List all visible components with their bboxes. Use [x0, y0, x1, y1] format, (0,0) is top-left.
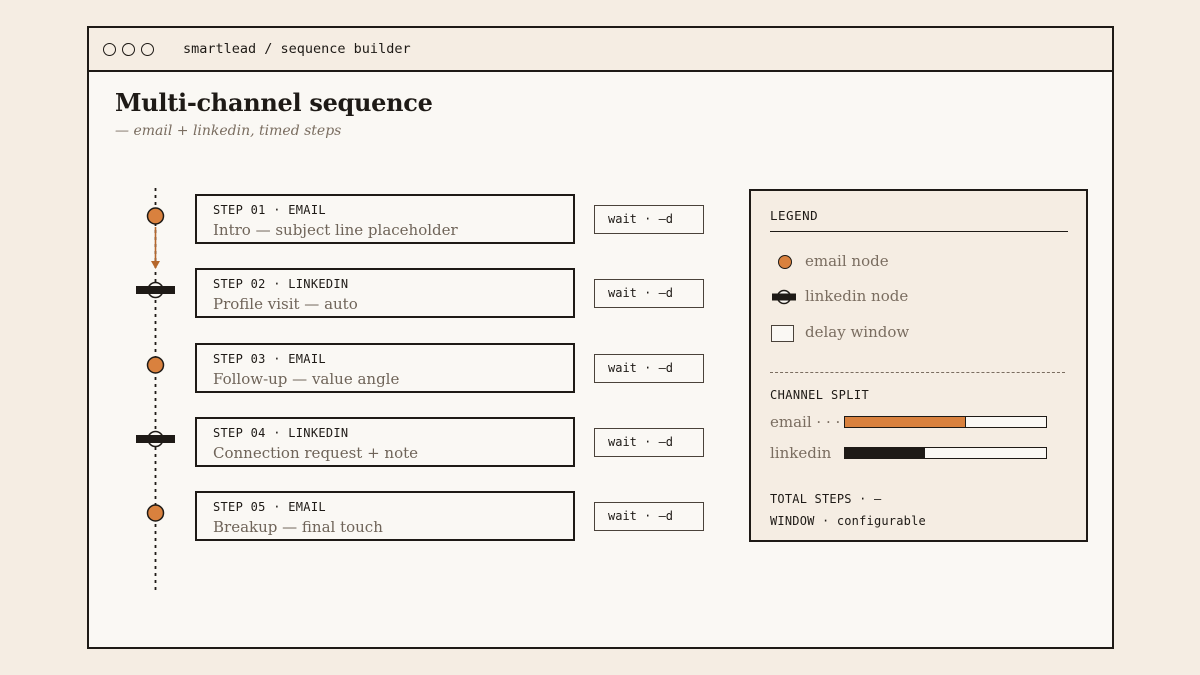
- channel-split-fill-email: [845, 417, 966, 427]
- channel-split-email: email · · ·: [770, 413, 1070, 435]
- app-window: smartlead / sequence builder Multi-chann…: [87, 26, 1114, 649]
- wait-window-field[interactable]: wait · —d: [594, 502, 704, 531]
- legend-item-delay-window: delay window: [770, 323, 1070, 343]
- wait-window-field[interactable]: wait · —d: [594, 205, 704, 234]
- wait-window-field[interactable]: wait · —d: [594, 428, 704, 457]
- close-window-icon[interactable]: [103, 43, 116, 56]
- legend-item-email-node: email node: [770, 252, 1070, 272]
- step-label: STEP 03 · EMAIL: [213, 352, 326, 366]
- linkedin-node-icon[interactable]: [136, 430, 175, 448]
- wait-window-field[interactable]: wait · —d: [594, 354, 704, 383]
- window-setting: WINDOW · configurable: [770, 514, 926, 528]
- channel-split-label: linkedin: [770, 444, 832, 462]
- wait-window-value: wait · —d: [608, 509, 674, 523]
- total-steps: TOTAL STEPS · —: [770, 492, 882, 506]
- email-node-icon[interactable]: [146, 207, 165, 225]
- step-description: Profile visit — auto: [213, 295, 358, 313]
- window-title: smartlead / sequence builder: [183, 41, 411, 57]
- legend-divider: [770, 231, 1068, 232]
- legend-item-label: delay window: [805, 323, 910, 341]
- step-label: STEP 04 · LINKEDIN: [213, 426, 349, 440]
- channel-split-track: [844, 447, 1047, 459]
- page-subtitle: — email + linkedin, timed steps: [115, 123, 342, 139]
- step-description: Follow-up — value angle: [213, 370, 400, 388]
- step-card[interactable]: STEP 05 · EMAIL Breakup — final touch: [195, 491, 575, 541]
- wait-window-value: wait · —d: [608, 435, 674, 449]
- step-label: STEP 01 · EMAIL: [213, 203, 326, 217]
- step-card[interactable]: STEP 04 · LINKEDIN Connection request + n…: [195, 417, 575, 467]
- legend-panel: LEGEND email node linkedin node delay wi…: [749, 189, 1088, 542]
- step-description: Intro — subject line placeholder: [213, 221, 458, 239]
- page-title: Multi-channel sequence: [115, 88, 433, 117]
- maximize-window-icon[interactable]: [141, 43, 154, 56]
- email-node-icon[interactable]: [146, 504, 165, 522]
- step-label: STEP 02 · LINKEDIN: [213, 277, 349, 291]
- step-card[interactable]: STEP 03 · EMAIL Follow-up — value angle: [195, 343, 575, 393]
- legend-item-label: linkedin node: [805, 287, 909, 305]
- step-description: Breakup — final touch: [213, 518, 383, 536]
- linkedin-node-icon[interactable]: [136, 281, 175, 299]
- timeline-flow-arrowhead: [151, 261, 160, 269]
- title-bar: smartlead / sequence builder: [89, 28, 1112, 72]
- wait-window-field[interactable]: wait · —d: [594, 279, 704, 308]
- wait-window-value: wait · —d: [608, 361, 674, 375]
- channel-split-linkedin: linkedin: [770, 444, 1070, 466]
- wait-window-value: wait · —d: [608, 286, 674, 300]
- wait-window-value: wait · —d: [608, 212, 674, 226]
- step-description: Connection request + note: [213, 444, 419, 462]
- channel-split-fill-linkedin: [845, 448, 926, 458]
- step-label: STEP 05 · EMAIL: [213, 500, 326, 514]
- step-card[interactable]: STEP 02 · LINKEDIN Profile visit — auto: [195, 268, 575, 318]
- legend-dashed-divider: [770, 372, 1065, 373]
- channel-split-title: CHANNEL SPLIT: [770, 388, 870, 402]
- channel-split-track: [844, 416, 1047, 428]
- legend-title: LEGEND: [770, 208, 819, 223]
- linkedin-node-icon: [772, 289, 796, 305]
- email-node-icon: [778, 255, 792, 269]
- minimize-window-icon[interactable]: [122, 43, 135, 56]
- email-node-icon[interactable]: [146, 356, 165, 374]
- legend-item-linkedin-node: linkedin node: [770, 287, 1070, 307]
- legend-item-label: email node: [805, 252, 889, 270]
- delay-window-icon: [771, 325, 794, 342]
- step-card[interactable]: STEP 01 · EMAIL Intro — subject line plac…: [195, 194, 575, 244]
- channel-split-label: email · · ·: [770, 413, 841, 431]
